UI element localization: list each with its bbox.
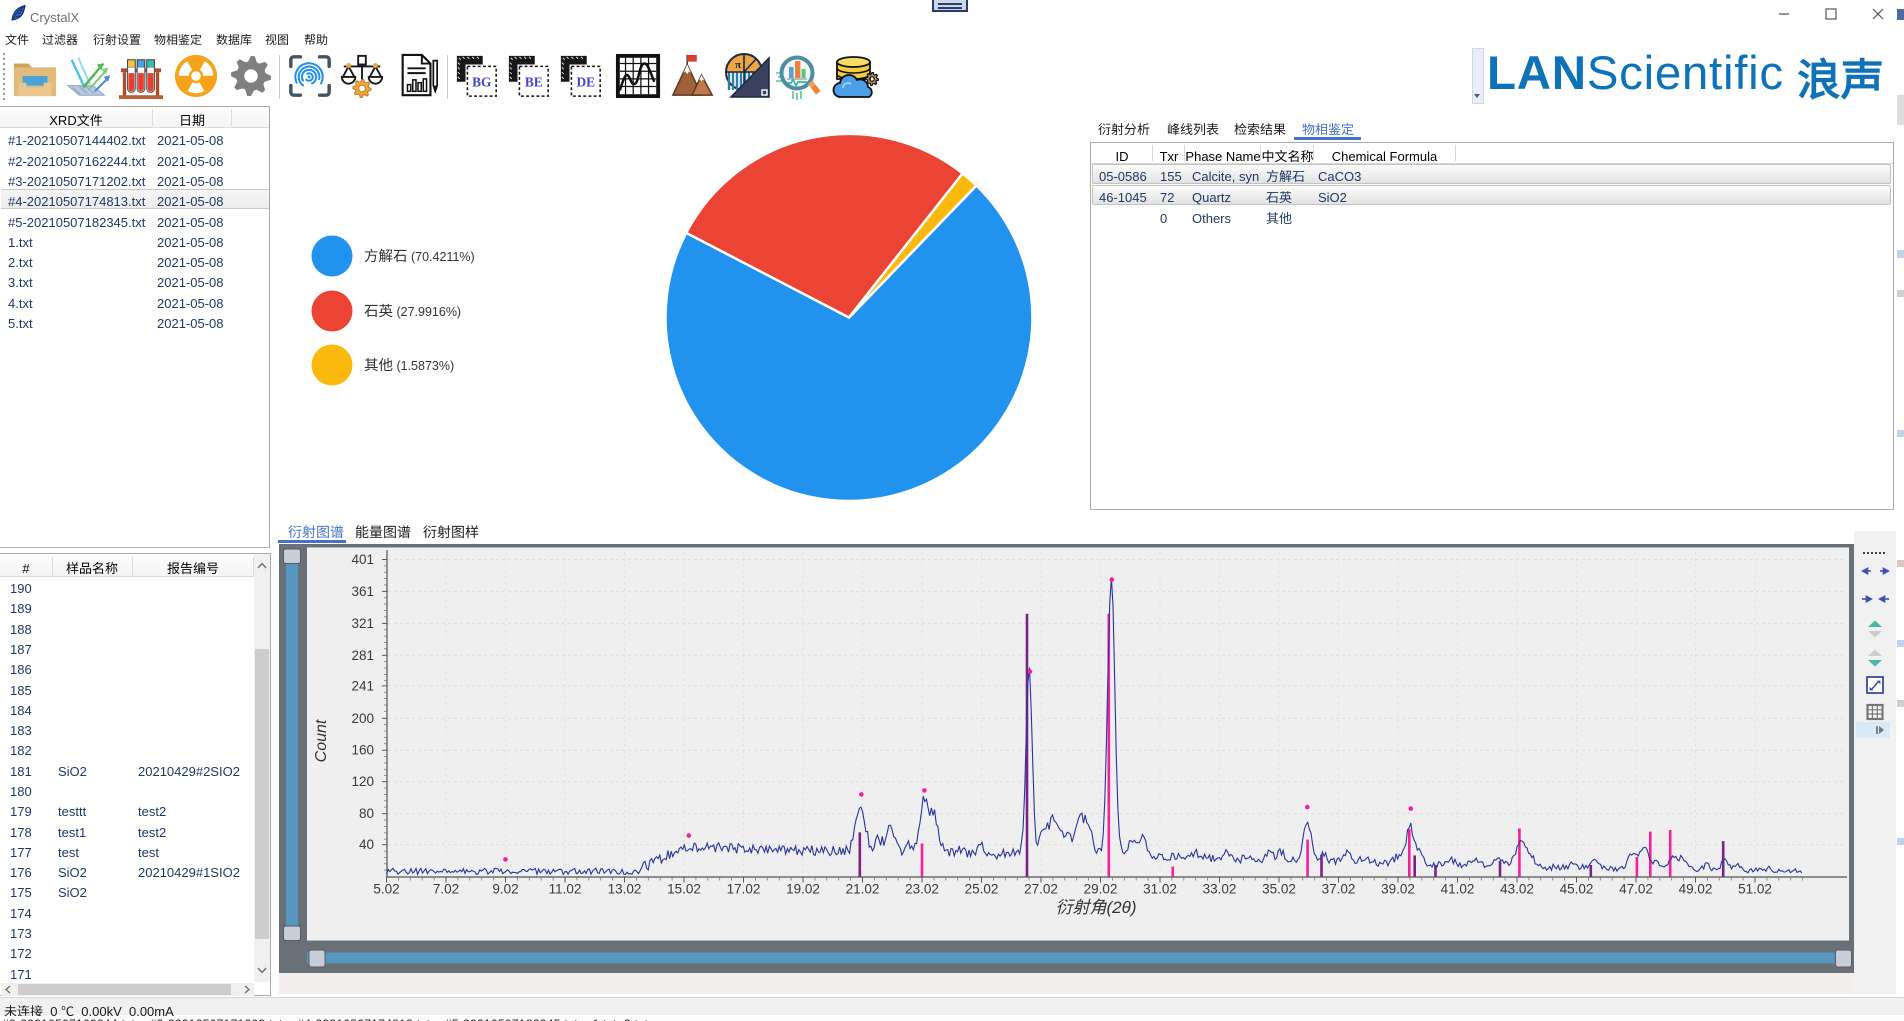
svg-text:π: π — [735, 59, 741, 71]
svg-text:DE: DE — [576, 75, 595, 90]
svg-text:11.02: 11.02 — [549, 878, 582, 898]
svg-text:281: 281 — [351, 644, 374, 664]
svg-text:BG: BG — [472, 75, 492, 90]
svg-text:241: 241 — [351, 674, 374, 694]
svg-text:361: 361 — [351, 580, 374, 600]
svg-text:200: 200 — [351, 707, 374, 727]
svg-text:40: 40 — [359, 833, 374, 853]
svg-text:7.02: 7.02 — [433, 878, 459, 898]
svg-text:9.02: 9.02 — [492, 878, 518, 898]
svg-text:衍射角(2θ): 衍射角(2θ) — [1056, 893, 1137, 918]
svg-text:160: 160 — [351, 739, 374, 759]
svg-text:石英 (27.9916%): 石英 (27.9916%) — [364, 300, 461, 321]
svg-text:其他 (1.5873%): 其他 (1.5873%) — [364, 354, 454, 375]
svg-text:80: 80 — [359, 802, 374, 822]
svg-text:Count: Count — [307, 719, 331, 762]
svg-text:5.02: 5.02 — [373, 878, 399, 898]
svg-text:401: 401 — [351, 548, 374, 568]
svg-text:BE: BE — [525, 75, 543, 90]
svg-text:120: 120 — [351, 770, 374, 790]
svg-text:321: 321 — [351, 612, 374, 632]
svg-text:方解石 (70.4211%): 方解石 (70.4211%) — [364, 245, 475, 266]
